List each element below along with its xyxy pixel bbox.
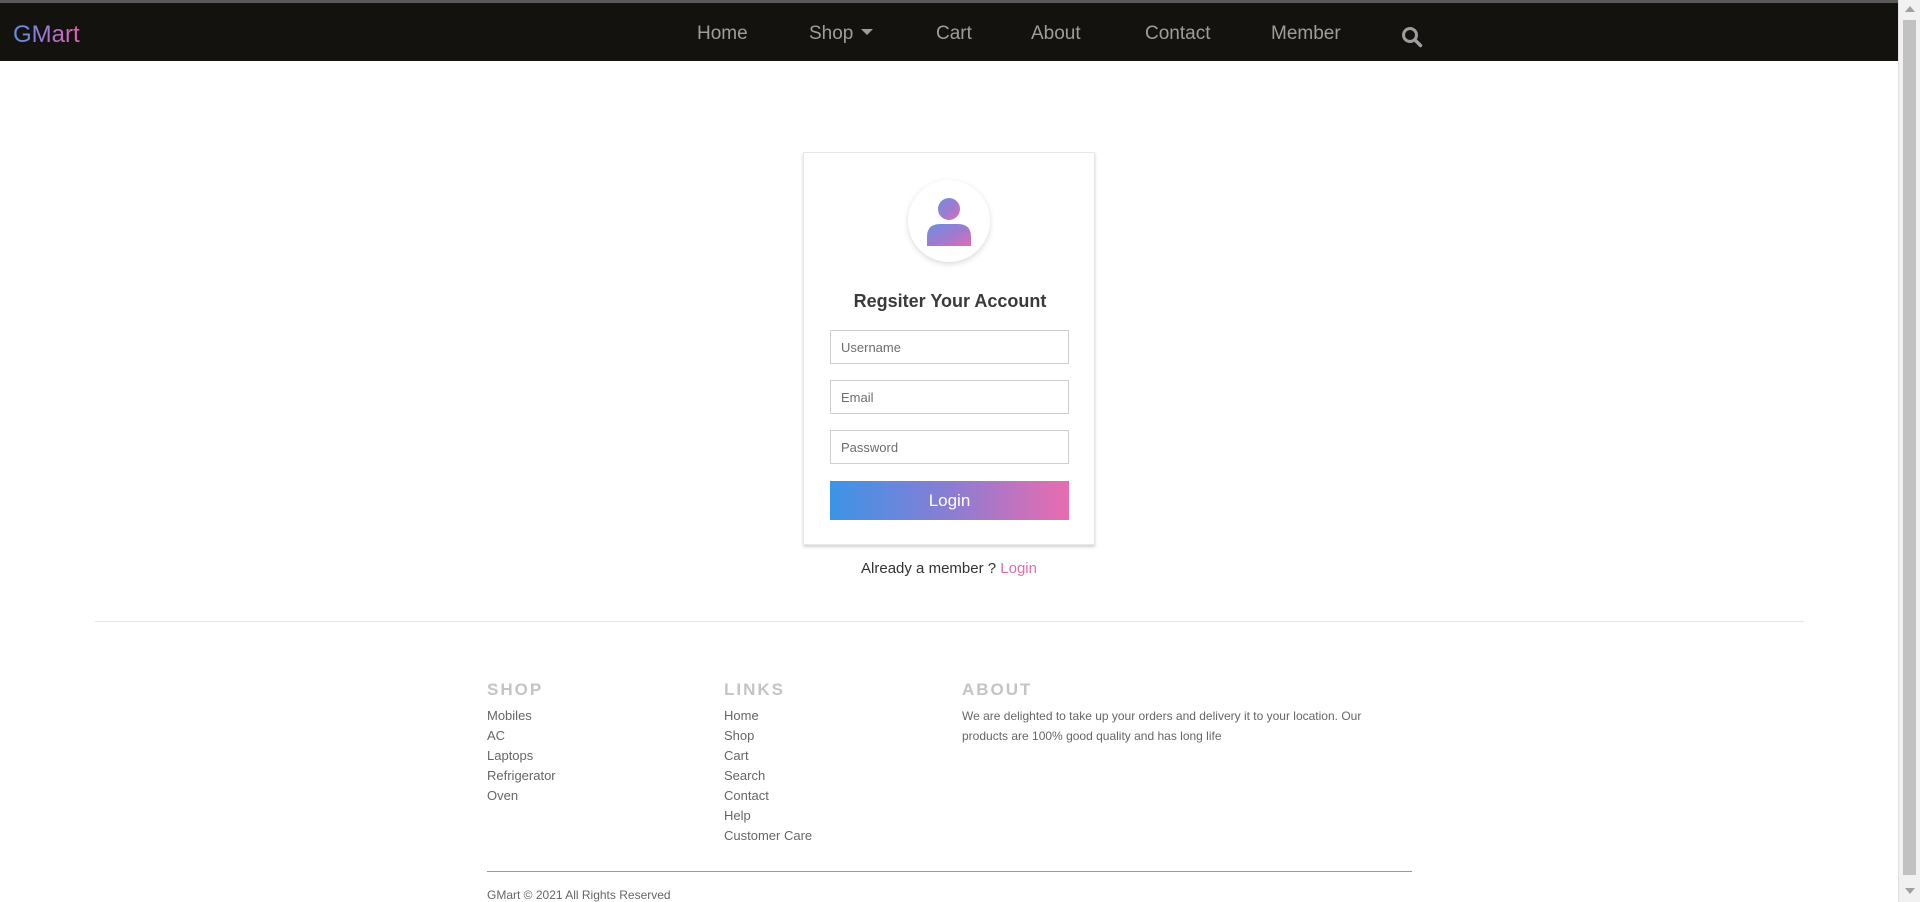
footer-shop-item[interactable]: AC: [487, 726, 556, 746]
footer-shop-item[interactable]: Laptops: [487, 746, 556, 766]
footer-links-heading: LINKS: [724, 680, 785, 699]
footer-link-item[interactable]: Home: [724, 706, 812, 726]
scroll-thumb[interactable]: [1903, 20, 1916, 875]
nav-about[interactable]: About: [1031, 23, 1081, 45]
login-link[interactable]: Login: [1000, 560, 1037, 577]
footer-link-item[interactable]: Contact: [724, 786, 812, 806]
footer-shop-item[interactable]: Oven: [487, 786, 556, 806]
footer-about-heading: ABOUT: [962, 680, 1033, 699]
footer-shop-item[interactable]: Refrigerator: [487, 766, 556, 786]
navbar: GMart Home Shop Cart About Contact Membe…: [0, 3, 1898, 61]
brand-logo[interactable]: GMart: [13, 21, 80, 49]
footer-link-item[interactable]: Search: [724, 766, 812, 786]
email-input[interactable]: [830, 380, 1069, 414]
footer-shop-heading: SHOP: [487, 680, 544, 699]
nav-shop-label: Shop: [809, 23, 854, 44]
caret-down-icon: [861, 28, 874, 35]
nav-shop[interactable]: Shop: [809, 23, 874, 45]
nav-contact[interactable]: Contact: [1145, 23, 1210, 45]
copyright-divider: [487, 871, 1412, 872]
copyright-text: GMart © 2021 All Rights Reserved: [487, 888, 671, 902]
nav-cart[interactable]: Cart: [936, 23, 972, 45]
password-input[interactable]: [830, 430, 1069, 464]
footer-shop-item[interactable]: Mobiles: [487, 706, 556, 726]
scroll-up-arrow-icon[interactable]: [1905, 6, 1915, 12]
search-icon[interactable]: [1401, 26, 1423, 48]
footer-about-text: We are delighted to take up your orders …: [962, 709, 1362, 743]
page-scrollbar[interactable]: [1898, 0, 1920, 902]
register-card: Regsiter Your Account Login: [803, 152, 1095, 545]
already-member-row: Already a member ? Login: [0, 560, 1898, 577]
user-icon: [927, 198, 971, 246]
login-button[interactable]: Login: [830, 481, 1069, 520]
footer-link-item[interactable]: Help: [724, 806, 812, 826]
scroll-down-arrow-icon[interactable]: [1905, 888, 1915, 894]
footer-link-item[interactable]: Customer Care: [724, 826, 812, 846]
footer-link-item[interactable]: Shop: [724, 726, 812, 746]
already-member-text: Already a member ?: [861, 560, 997, 577]
avatar: [908, 180, 990, 262]
footer-link-item[interactable]: Cart: [724, 746, 812, 766]
footer-links-list: Home Shop Cart Search Contact Help Custo…: [724, 706, 812, 846]
nav-member[interactable]: Member: [1271, 23, 1341, 45]
footer-shop-list: Mobiles AC Laptops Refrigerator Oven: [487, 706, 556, 806]
nav-home[interactable]: Home: [697, 23, 748, 45]
footer-divider: [95, 621, 1804, 622]
register-title: Regsiter Your Account: [853, 291, 1047, 311]
username-input[interactable]: [830, 330, 1069, 364]
